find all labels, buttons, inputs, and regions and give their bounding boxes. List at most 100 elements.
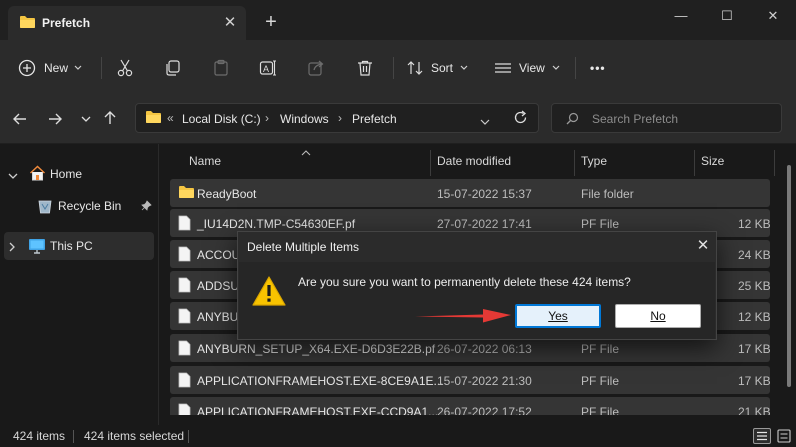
forward-arrow-icon[interactable] <box>44 108 66 130</box>
tiles-view-icon[interactable] <box>777 429 791 446</box>
back-arrow-icon[interactable] <box>9 108 31 130</box>
maximize-button[interactable]: ☐ <box>704 6 750 26</box>
refresh-icon[interactable] <box>513 110 528 128</box>
file-name: _IU14D2N.TMP-C54630EF.pf <box>197 217 356 231</box>
file-row[interactable]: APPLICATIONFRAMEHOST.EXE-8CE9A1E... 15-0… <box>170 366 771 394</box>
file-name: ANYBU <box>197 310 239 324</box>
status-bar: 424 items 424 items selected <box>0 425 796 447</box>
address-bar[interactable]: « Local Disk (C:) › Windows › Prefetch <box>135 103 539 133</box>
svg-text:A: A <box>263 64 269 74</box>
column-header-row: Name Date modified Type Size <box>170 148 776 176</box>
file-date: 26-07-2022 17:52 <box>437 405 532 415</box>
search-box[interactable]: Search Prefetch <box>551 103 782 133</box>
navigation-pane: Home Recycle Bin This PC <box>0 144 158 425</box>
dialog-close-icon[interactable]: ✕ <box>694 237 712 255</box>
dialog-title: Delete Multiple Items <box>247 240 360 254</box>
dialog-message: Are you sure you want to permanently del… <box>298 275 631 289</box>
file-row-readyboot[interactable]: ReadyBoot 15-07-2022 15:37 File folder <box>170 179 770 207</box>
file-type: PF File <box>581 405 620 415</box>
clipboard-icon <box>212 59 230 77</box>
more-options-button[interactable]: ••• <box>590 52 606 84</box>
new-label: New <box>44 61 69 75</box>
delete-button[interactable] <box>356 52 374 84</box>
no-button[interactable]: No <box>615 304 701 328</box>
file-name: ACCOU <box>197 248 241 262</box>
search-placeholder: Search Prefetch <box>592 112 679 126</box>
file-icon <box>178 246 191 265</box>
pin-icon[interactable] <box>141 200 152 214</box>
command-bar: New A Sort View ••• <box>0 40 796 96</box>
share-icon <box>307 59 325 77</box>
details-view-icon[interactable] <box>753 428 771 444</box>
title-bar: Prefetch ✕ + — ☐ ✕ <box>0 0 796 40</box>
recycle-bin-icon <box>38 198 52 217</box>
minimize-button[interactable]: — <box>658 6 704 26</box>
plus-circle-icon <box>18 59 36 77</box>
column-divider[interactable] <box>774 150 775 176</box>
chevron-right-icon[interactable] <box>9 241 16 255</box>
file-size: 21 KB <box>738 405 771 415</box>
breadcrumb-separator[interactable]: › <box>265 111 269 125</box>
column-divider[interactable] <box>694 150 695 176</box>
tab-close-icon[interactable]: ✕ <box>220 13 240 33</box>
chevron-down-icon <box>552 65 560 71</box>
file-size: 24 KB <box>738 248 771 262</box>
breadcrumb-local-disk[interactable]: Local Disk (C:) <box>182 112 261 126</box>
column-header-date-modified[interactable]: Date modified <box>437 154 511 168</box>
new-tab-button[interactable]: + <box>260 12 282 34</box>
new-button[interactable]: New <box>18 52 82 84</box>
search-icon <box>566 112 579 128</box>
copy-button[interactable] <box>164 52 182 84</box>
yes-button[interactable]: Yes <box>515 304 601 328</box>
status-divider <box>73 430 74 443</box>
file-icon <box>178 372 191 391</box>
column-divider[interactable] <box>574 150 575 176</box>
scissors-icon <box>116 59 134 77</box>
file-icon <box>178 308 191 327</box>
column-header-size[interactable]: Size <box>701 154 724 168</box>
breadcrumb-separator[interactable]: › <box>338 111 342 125</box>
folder-icon <box>178 185 195 202</box>
navigation-bar: « Local Disk (C:) › Windows › Prefetch S… <box>0 96 796 144</box>
recent-locations-chevron-icon[interactable] <box>75 108 97 130</box>
chevron-down-icon <box>74 65 82 71</box>
column-divider[interactable] <box>430 150 431 176</box>
file-icon <box>178 277 191 296</box>
dialog-body: Are you sure you want to permanently del… <box>239 262 715 339</box>
file-type: PF File <box>581 217 620 231</box>
file-name: APPLICATIONFRAMEHOST.EXE-CCD9A1... <box>197 405 439 415</box>
vertical-scrollbar[interactable] <box>787 165 791 387</box>
column-header-type[interactable]: Type <box>581 154 607 168</box>
computer-icon <box>28 238 46 257</box>
status-divider <box>188 430 189 443</box>
file-size: 25 KB <box>738 279 771 293</box>
home-icon <box>29 165 46 184</box>
up-arrow-icon[interactable] <box>99 108 121 130</box>
sidebar-item-label: Recycle Bin <box>58 199 122 213</box>
file-row[interactable]: APPLICATIONFRAMEHOST.EXE-CCD9A1... 26-07… <box>170 397 771 415</box>
sort-button[interactable]: Sort <box>406 52 468 84</box>
sidebar-item-home[interactable]: Home <box>0 160 154 188</box>
paste-button[interactable] <box>212 52 230 84</box>
address-dropdown-chevron-icon[interactable] <box>480 115 490 129</box>
sort-label: Sort <box>431 61 454 75</box>
file-icon <box>178 215 191 234</box>
view-button[interactable]: View <box>494 52 560 84</box>
tab-prefetch[interactable]: Prefetch ✕ <box>8 6 246 40</box>
pane-divider[interactable] <box>158 144 159 425</box>
sidebar-item-recycle-bin[interactable]: Recycle Bin <box>0 192 154 220</box>
sidebar-item-label: Home <box>50 167 83 181</box>
share-button[interactable] <box>307 52 325 84</box>
sidebar-item-this-pc[interactable]: This PC <box>4 232 154 260</box>
column-header-name[interactable]: Name <box>189 154 221 168</box>
view-label: View <box>519 61 545 75</box>
file-size: 17 KB <box>738 374 771 388</box>
cut-button[interactable] <box>116 52 134 84</box>
breadcrumb-overflow[interactable]: « <box>167 111 174 125</box>
rename-button[interactable]: A <box>259 52 277 84</box>
chevron-down-icon[interactable] <box>8 169 18 183</box>
close-window-button[interactable]: ✕ <box>750 6 796 26</box>
yes-button-label: Yes <box>548 309 568 323</box>
breadcrumb-windows[interactable]: Windows <box>280 112 329 126</box>
breadcrumb-prefetch[interactable]: Prefetch <box>352 112 397 126</box>
